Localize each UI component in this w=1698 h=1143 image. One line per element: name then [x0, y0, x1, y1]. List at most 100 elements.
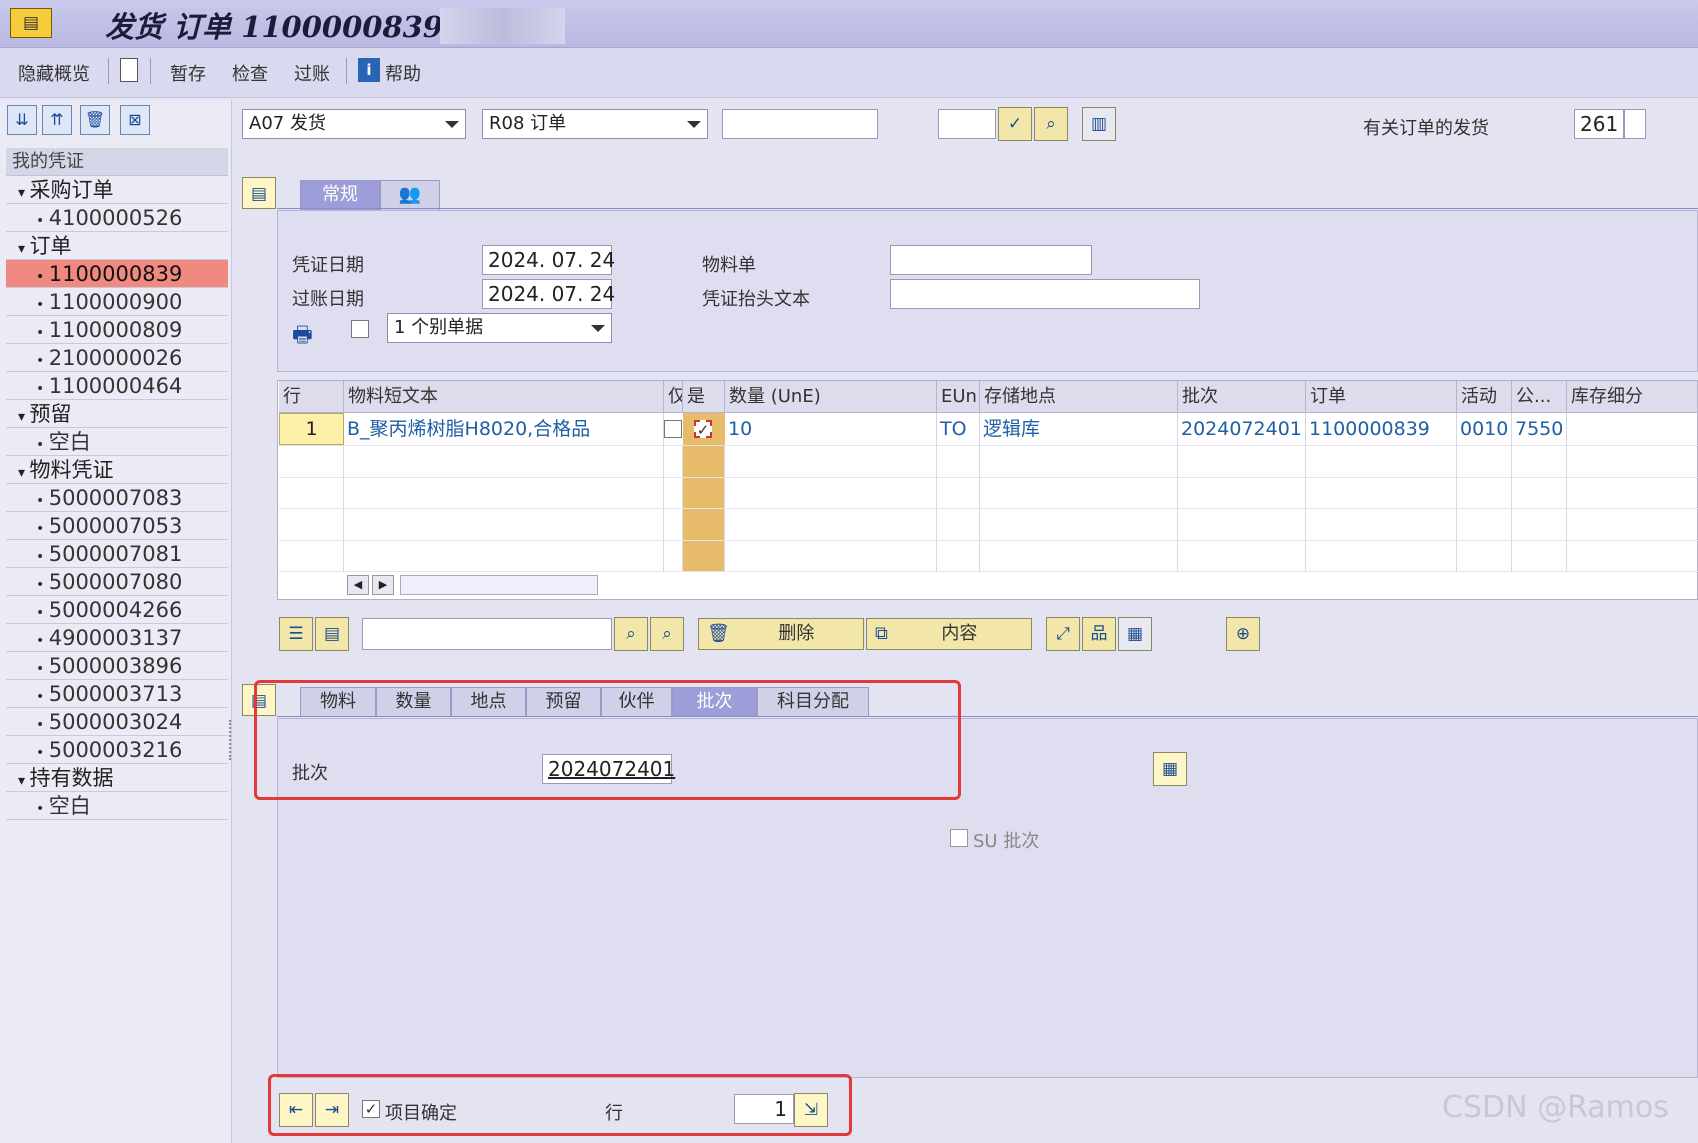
- tab-partner[interactable]: 👥: [380, 180, 440, 210]
- tree-node-label: 空白: [48, 794, 91, 818]
- expand-all-icon[interactable]: ⇊: [7, 105, 37, 135]
- movement-type-ext[interactable]: [1624, 109, 1646, 139]
- tree-node-item[interactable]: • 5000003024: [6, 708, 228, 736]
- tree-node-item[interactable]: • 1100000900: [6, 288, 228, 316]
- row-plant-cell[interactable]: 7550: [1512, 413, 1567, 445]
- column-header[interactable]: 批次: [1178, 381, 1306, 413]
- tree-node-folder[interactable]: ▾ 订单: [6, 232, 228, 260]
- reference-dropdown[interactable]: R08 订单: [482, 109, 708, 139]
- column-header[interactable]: 物料短文本: [344, 381, 664, 413]
- check-button[interactable]: 检查: [232, 60, 268, 86]
- tree-node-item[interactable]: • 5000003216: [6, 736, 228, 764]
- row-order-cell[interactable]: 1100000839: [1306, 413, 1457, 445]
- save-temp-button[interactable]: 暂存: [170, 60, 206, 86]
- tree-node-label: 1100000464: [48, 374, 183, 398]
- action-dropdown[interactable]: A07 发货: [242, 109, 466, 139]
- tree-node-item[interactable]: • 5000007083: [6, 484, 228, 512]
- layout-icon[interactable]: ▥: [1082, 107, 1116, 141]
- select-all-icon[interactable]: ☰: [279, 617, 313, 651]
- collapse-all-icon[interactable]: ⇈: [42, 105, 72, 135]
- info-icon[interactable]: i: [358, 58, 380, 82]
- splitter-handle[interactable]: [229, 720, 232, 760]
- trash-icon[interactable]: 🗑: [80, 105, 110, 135]
- content-button[interactable]: ⧉ 内容: [866, 618, 1032, 650]
- column-header[interactable]: EUn: [937, 381, 980, 413]
- horizontal-scrollbar[interactable]: [400, 575, 598, 595]
- deselect-all-icon[interactable]: ▤: [315, 617, 349, 651]
- tree-node-item[interactable]: • 1100000464: [6, 372, 228, 400]
- order-number-input[interactable]: [722, 109, 878, 139]
- toggle-header-icon[interactable]: ▤: [242, 177, 276, 209]
- column-header[interactable]: 仅: [664, 381, 683, 413]
- column-header[interactable]: 数量 (UnE): [725, 381, 937, 413]
- print-option-dropdown[interactable]: 1 个别单据: [387, 313, 612, 343]
- material-slip-input[interactable]: [890, 245, 1092, 275]
- column-header[interactable]: 公...: [1512, 381, 1567, 413]
- stock-icon[interactable]: ▦: [1118, 617, 1152, 651]
- grid-line: [279, 571, 1698, 572]
- tree-node-folder[interactable]: ▾ 物料凭证: [6, 456, 228, 484]
- movement-type-field[interactable]: 261: [1574, 109, 1624, 139]
- tree-node-folder[interactable]: ▾ 预留: [6, 400, 228, 428]
- print-checkbox[interactable]: [351, 320, 369, 338]
- row-qty-cell[interactable]: 10: [725, 413, 937, 445]
- order-item-input[interactable]: [938, 109, 996, 139]
- column-header[interactable]: 库存细分: [1567, 381, 1698, 413]
- scroll-left-icon[interactable]: ◀: [347, 575, 369, 595]
- column-header[interactable]: 活动: [1457, 381, 1512, 413]
- tree-node-item[interactable]: • 1100000839: [6, 260, 228, 288]
- close-panel-icon[interactable]: ⊠: [120, 105, 150, 135]
- column-header[interactable]: 存储地点: [980, 381, 1178, 413]
- tree-node-item[interactable]: • 空白: [6, 792, 228, 820]
- hierarchy-icon[interactable]: 品: [1082, 617, 1116, 651]
- row-text-cell[interactable]: B_聚丙烯树脂H8020,合格品: [344, 413, 664, 445]
- printer-icon[interactable]: 🖶: [292, 318, 313, 356]
- tree-node-item[interactable]: • 空白: [6, 428, 228, 456]
- grid-search-input[interactable]: [362, 618, 612, 650]
- tree-node-label: 1100000809: [48, 318, 183, 342]
- column-header[interactable]: 订单: [1306, 381, 1457, 413]
- column-header[interactable]: 是: [683, 381, 725, 413]
- help-button[interactable]: 帮助: [385, 60, 421, 86]
- tree-node-item[interactable]: • 5000007053: [6, 512, 228, 540]
- column-header[interactable]: 行: [279, 381, 344, 413]
- tab-general[interactable]: 常规: [300, 180, 380, 210]
- row-ok-checkbox[interactable]: ✓: [694, 420, 712, 438]
- row-activity-cell[interactable]: 0010: [1457, 413, 1512, 445]
- tree-node-item[interactable]: • 5000007081: [6, 540, 228, 568]
- post-button[interactable]: 过账: [294, 60, 330, 86]
- tree-node-item[interactable]: • 4900003137: [6, 624, 228, 652]
- batch-detail-icon[interactable]: ▦: [1153, 752, 1187, 786]
- post-date-label: 过账日期: [292, 289, 364, 310]
- binoculars-icon[interactable]: ⌕: [1034, 107, 1068, 141]
- row-only-checkbox[interactable]: [664, 420, 682, 438]
- tree-node-item[interactable]: • 1100000809: [6, 316, 228, 344]
- zoom-icon[interactable]: ⤢: [1046, 617, 1080, 651]
- tree-node-item[interactable]: • 5000003713: [6, 680, 228, 708]
- tree-node-folder[interactable]: ▾ 采购订单: [6, 176, 228, 204]
- bullet-icon: •: [36, 717, 49, 733]
- tree-node-item[interactable]: • 4100000526: [6, 204, 228, 232]
- delete-button[interactable]: 🗑 删除: [698, 618, 864, 650]
- row-line-cell[interactable]: 1: [279, 413, 344, 445]
- tree-node-folder[interactable]: ▾ 持有数据: [6, 764, 228, 792]
- tree-node-item[interactable]: • 5000007080: [6, 568, 228, 596]
- hide-overview-button[interactable]: 隐藏概览: [18, 60, 90, 86]
- tree-node-item[interactable]: • 5000004266: [6, 596, 228, 624]
- find-icon[interactable]: ⌕: [614, 617, 648, 651]
- execute-icon[interactable]: ✓: [998, 107, 1032, 141]
- scroll-right-icon[interactable]: ▶: [372, 575, 394, 595]
- tree-node-item[interactable]: • 2100000026: [6, 344, 228, 372]
- app-icon[interactable]: ▤: [10, 8, 52, 38]
- row-sloc-cell[interactable]: 逻辑库: [980, 413, 1178, 445]
- new-document-icon[interactable]: [120, 58, 138, 82]
- row-batch-cell[interactable]: 2024072401: [1178, 413, 1306, 445]
- header-text-input[interactable]: [890, 279, 1200, 309]
- add-row-icon[interactable]: ⊕: [1226, 617, 1260, 651]
- row-unit-cell[interactable]: TO: [937, 413, 980, 445]
- find-next-icon[interactable]: ⌕: [650, 617, 684, 651]
- doc-date-field[interactable]: 2024. 07. 24: [482, 245, 615, 275]
- tree-node-item[interactable]: • 5000003896: [6, 652, 228, 680]
- tree-node-label: 空白: [48, 430, 91, 454]
- post-date-field[interactable]: 2024. 07. 24: [482, 279, 615, 309]
